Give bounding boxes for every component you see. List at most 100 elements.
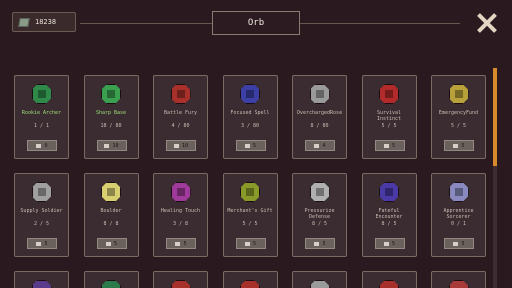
orb-count: 3 / 80 (240, 123, 260, 129)
orb-icon (170, 280, 191, 288)
gem-icon (314, 143, 320, 148)
upgrade-cost: 5 (44, 240, 48, 247)
orb-name: Survival Instinct (376, 110, 402, 122)
orb-card[interactable]: Healing Touch 3 / 8 5 (153, 173, 208, 257)
scrollbar[interactable] (493, 68, 497, 288)
upgrade-cost: 5 (113, 240, 117, 247)
upgrade-button[interactable]: 5 (444, 238, 474, 249)
upgrade-cost: 5 (183, 240, 187, 247)
upgrade-cost: 5 (252, 142, 256, 149)
upgrade-button[interactable]: 5 (96, 238, 127, 249)
upgrade-cost: 5 (391, 142, 395, 149)
orb-card[interactable]: Battle Fury 4 / 80 10 (153, 75, 208, 159)
gem-icon (244, 143, 250, 148)
orb-count: 5 / 5 (381, 123, 397, 129)
gem-icon (105, 241, 111, 246)
orb-card[interactable]: EmergencyFund 5 / 5 5 (431, 75, 486, 159)
orb-card[interactable] (361, 271, 417, 288)
close-icon[interactable] (476, 12, 498, 34)
orb-icon (448, 182, 469, 202)
orb-card[interactable]: Pressurize Defense 8 / 5 5 (292, 173, 347, 257)
orb-icon (309, 84, 330, 104)
upgrade-button[interactable]: 5 (27, 238, 57, 249)
orb-card[interactable]: Apprentice Sorcerer 0 / 1 5 (431, 173, 486, 257)
upgrade-cost: 4 (322, 142, 326, 149)
orb-card[interactable]: Sharp Base 18 / 80 10 (83, 75, 139, 159)
orb-card[interactable]: Focused Spell 3 / 80 5 (222, 75, 278, 159)
upgrade-button[interactable]: 5 (166, 238, 196, 249)
orb-icon (170, 182, 191, 202)
gem-icon (104, 143, 110, 148)
upgrade-button[interactable]: 5 (235, 238, 266, 249)
orb-card[interactable]: Boulder 8 / 8 5 (83, 173, 139, 257)
orb-card[interactable] (14, 271, 69, 288)
orb-icon (101, 280, 121, 288)
orb-card[interactable] (222, 271, 278, 288)
currency-display: 18238 (12, 12, 76, 32)
orb-card[interactable]: Rookie Archer 1 / 1 0 (14, 75, 69, 159)
upgrade-button[interactable]: 5 (305, 238, 335, 249)
gem-icon (175, 241, 181, 246)
orb-card[interactable] (431, 271, 486, 288)
orb-count: 18 / 80 (100, 123, 122, 129)
scrollbar-thumb[interactable] (493, 68, 497, 166)
orb-name: Pressurize Defense (304, 208, 335, 220)
orb-card[interactable]: OverchargedRose 8 / 80 4 (292, 75, 347, 159)
orb-count: 8 / 8 (103, 221, 119, 227)
upgrade-button[interactable]: 5 (235, 140, 266, 151)
orb-count: 2 / 5 (33, 221, 50, 227)
page-title: Orb (212, 11, 300, 35)
orb-count: 8 / 80 (310, 123, 329, 129)
orb-icon (240, 182, 260, 202)
orb-icon (240, 280, 260, 288)
upgrade-button[interactable]: 10 (96, 140, 127, 151)
gem-icon (453, 143, 459, 148)
upgrade-button[interactable]: 5 (374, 140, 405, 151)
gem-icon (173, 143, 179, 148)
orb-name: OverchargedRose (296, 110, 343, 116)
orb-count: 5 / 5 (242, 221, 258, 227)
orb-count: 8 / 5 (381, 221, 397, 227)
orb-icon (379, 182, 399, 202)
upgrade-button[interactable]: 10 (166, 140, 196, 151)
gem-icon (453, 241, 459, 246)
orb-name: Sharp Base (95, 110, 127, 116)
header-divider-right (300, 23, 460, 24)
orb-card[interactable]: Supply Soldier 2 / 5 5 (14, 173, 69, 257)
upgrade-button[interactable]: 5 (374, 238, 405, 249)
orb-count: 1 / 1 (33, 123, 50, 129)
orb-count: 4 / 80 (171, 123, 190, 129)
upgrade-cost: 0 (44, 142, 48, 149)
currency-amount: 18238 (35, 18, 57, 26)
header-divider-left (80, 23, 212, 24)
orb-card[interactable]: Fateful Encounter 8 / 5 5 (361, 173, 417, 257)
orb-icon (31, 280, 52, 288)
upgrade-cost: 10 (112, 142, 119, 149)
orb-icon (448, 84, 469, 104)
orb-name: Apprentice Sorcerer (443, 208, 474, 220)
orb-grid: Rookie Archer 1 / 1 0 Sharp Base 18 / 80 10 Ba… (14, 75, 486, 288)
orb-icon (101, 84, 121, 104)
orb-card[interactable] (153, 271, 208, 288)
gem-icon (36, 241, 42, 246)
orb-name: EmergencyFund (438, 110, 479, 116)
orb-count: 0 / 1 (450, 221, 467, 227)
upgrade-button[interactable]: 5 (444, 140, 474, 151)
upgrade-cost: 10 (181, 142, 189, 149)
orb-card[interactable]: Merchant's Gift 5 / 5 5 (222, 173, 278, 257)
upgrade-cost: 5 (461, 142, 465, 149)
upgrade-cost: 5 (322, 240, 326, 247)
orb-icon (309, 280, 330, 288)
orb-icon (240, 84, 260, 104)
upgrade-button[interactable]: 0 (27, 140, 57, 151)
orb-icon (170, 84, 191, 104)
orb-name: Focused Spell (230, 110, 270, 116)
orb-card[interactable]: Survival Instinct 5 / 5 5 (361, 75, 417, 159)
gem-icon (244, 241, 250, 246)
orb-card[interactable] (83, 271, 139, 288)
upgrade-cost: 5 (252, 240, 256, 247)
orb-icon (31, 182, 52, 202)
upgrade-button[interactable]: 4 (305, 140, 335, 151)
orb-card[interactable] (292, 271, 347, 288)
orb-count: 3 / 8 (172, 221, 189, 227)
